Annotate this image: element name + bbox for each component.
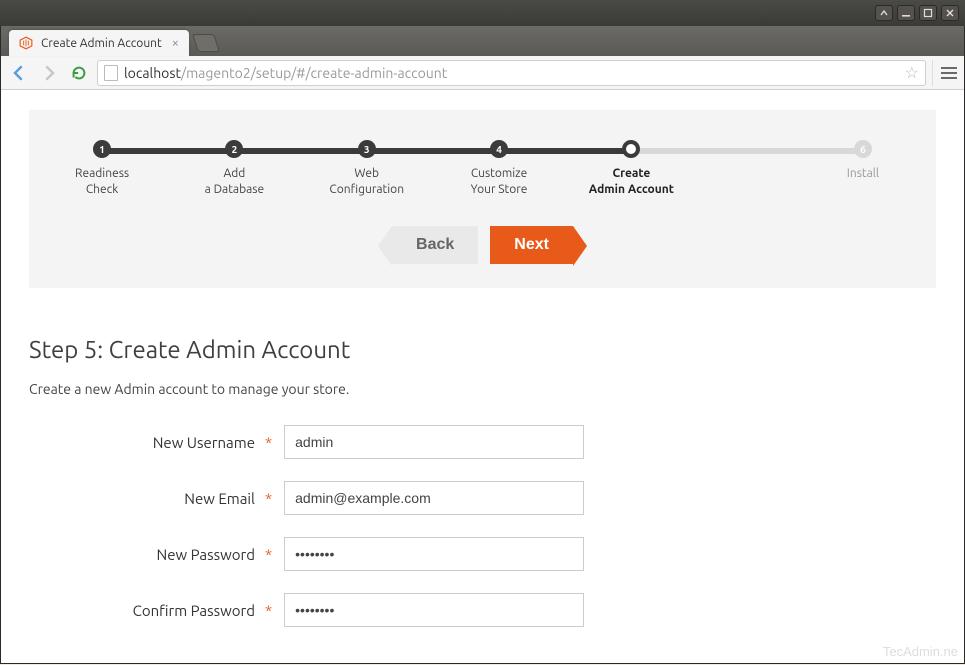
step-create-admin-account[interactable]: Create Admin Account [576, 140, 686, 197]
email-label: New Email [29, 490, 259, 507]
page-viewport[interactable]: 1 Readiness Check 2 Add a Database 3 Web… [1, 90, 964, 663]
field-row-confirm-password: Confirm Password * [29, 593, 936, 627]
browser-chrome: Create Admin Account × localhost/magento… [0, 26, 965, 664]
step-add-database[interactable]: 2 Add a Database [179, 140, 289, 197]
url-text: localhost/magento2/setup/#/create-admin-… [124, 65, 447, 81]
tab-close-icon[interactable]: × [172, 36, 179, 50]
confirm-password-input[interactable] [284, 593, 584, 627]
step-install[interactable]: 6 Install [808, 140, 918, 182]
install-stepper: 1 Readiness Check 2 Add a Database 3 Web… [69, 140, 896, 200]
window-close-button[interactable] [941, 5, 959, 21]
page-icon [104, 65, 118, 81]
admin-account-form: Step 5: Create Admin Account Create a ne… [29, 288, 936, 627]
username-label: New Username [29, 434, 259, 451]
bookmark-star-icon[interactable]: ☆ [905, 63, 919, 82]
os-titlebar [0, 0, 965, 26]
password-label: New Password [29, 546, 259, 563]
browser-toolbar: localhost/magento2/setup/#/create-admin-… [1, 56, 964, 90]
back-step-button[interactable]: Back [392, 226, 478, 264]
field-row-email: New Email * [29, 481, 936, 515]
required-star-icon: * [265, 434, 272, 451]
step-description: Create a new Admin account to manage you… [29, 381, 936, 397]
back-button[interactable] [7, 61, 31, 85]
reload-button[interactable] [67, 61, 91, 85]
window-roll-icon[interactable] [875, 5, 893, 21]
step-customize-store[interactable]: 4 Customize Your Store [444, 140, 554, 197]
forward-button[interactable] [37, 61, 61, 85]
step-web-configuration[interactable]: 3 Web Configuration [312, 140, 422, 197]
password-input[interactable] [284, 537, 584, 571]
required-star-icon: * [265, 602, 272, 619]
window-minimize-button[interactable] [897, 5, 915, 21]
step-heading: Step 5: Create Admin Account [29, 336, 936, 363]
watermark: TecAdmin.ne [883, 644, 958, 659]
username-input[interactable] [284, 425, 584, 459]
confirm-password-label: Confirm Password [29, 602, 259, 619]
field-row-password: New Password * [29, 537, 936, 571]
magento-favicon-icon [19, 36, 33, 50]
browser-menu-button[interactable] [932, 60, 958, 86]
next-step-button[interactable]: Next [490, 226, 573, 264]
required-star-icon: * [265, 490, 272, 507]
browser-tab[interactable]: Create Admin Account × [9, 30, 189, 56]
url-bar[interactable]: localhost/magento2/setup/#/create-admin-… [97, 60, 926, 86]
required-star-icon: * [265, 546, 272, 563]
new-tab-button[interactable] [192, 34, 220, 52]
step-readiness-check[interactable]: 1 Readiness Check [47, 140, 157, 197]
email-input[interactable] [284, 481, 584, 515]
tabstrip: Create Admin Account × [1, 26, 964, 56]
stepper-panel: 1 Readiness Check 2 Add a Database 3 Web… [29, 110, 936, 288]
field-row-username: New Username * [29, 425, 936, 459]
tab-title: Create Admin Account [41, 37, 164, 50]
window-maximize-button[interactable] [919, 5, 937, 21]
